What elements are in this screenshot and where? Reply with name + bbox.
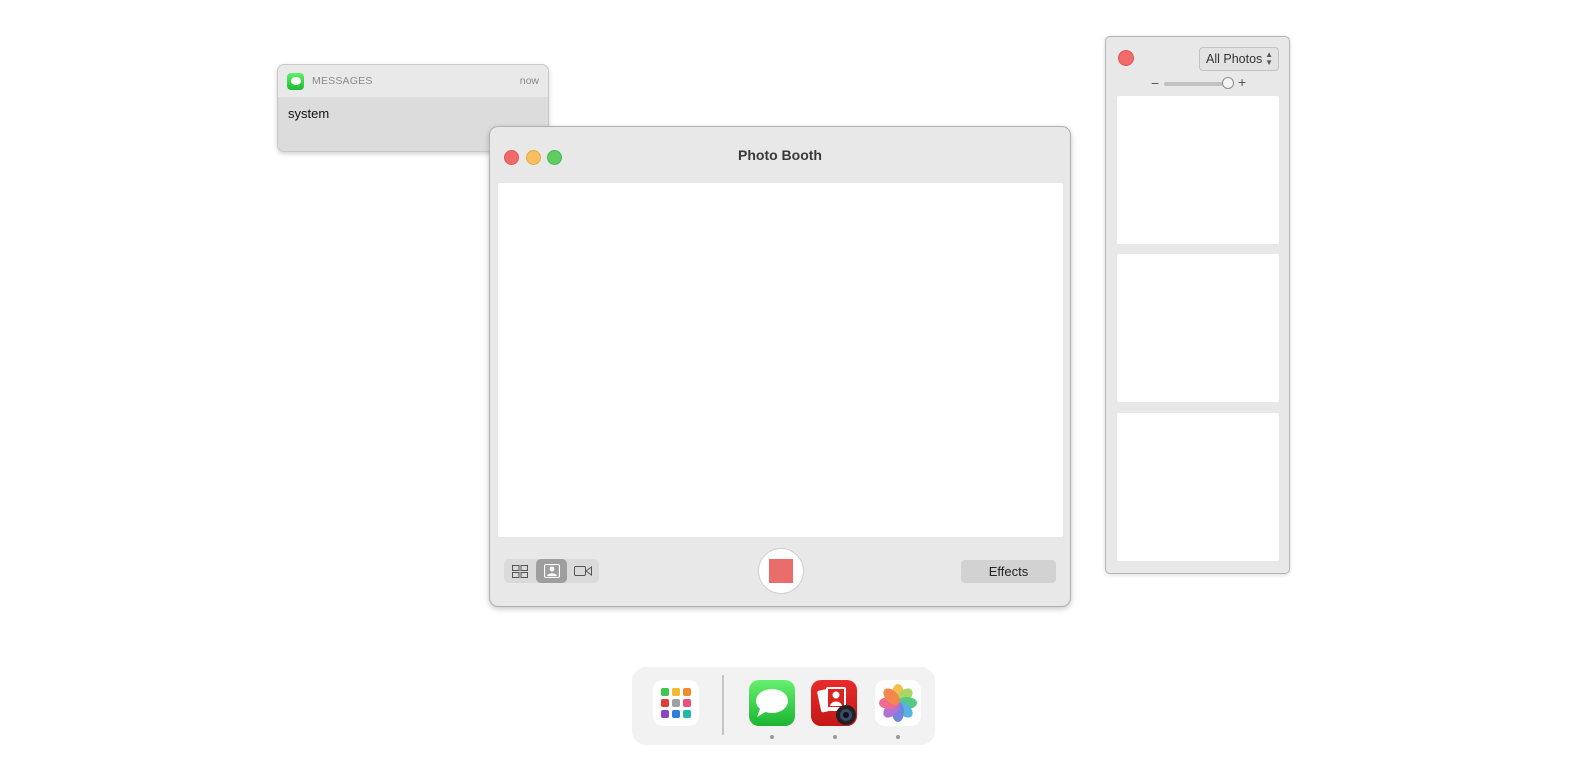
running-indicator (896, 735, 900, 739)
running-indicator (833, 735, 837, 739)
notification-header: MESSAGES now (278, 65, 548, 97)
messages-icon (287, 72, 304, 90)
chevron-up-down-icon: ▲ ▼ (1265, 50, 1273, 67)
dock-divider (722, 675, 724, 735)
zoom-slider-knob[interactable] (1222, 77, 1234, 89)
desktop: MESSAGES now system Photo Booth Effects … (0, 0, 1576, 773)
messages-icon (756, 689, 788, 717)
photo-booth-icon (817, 687, 856, 725)
photo-filter-select[interactable]: All Photos ▲ ▼ (1199, 47, 1279, 71)
close-button[interactable] (1118, 50, 1134, 66)
photo-booth-dock-item[interactable] (811, 680, 857, 726)
four-up-grid-icon (511, 564, 528, 578)
single-photo-button[interactable] (535, 559, 568, 583)
four-up-grid-button[interactable] (504, 559, 536, 583)
photo-filter-value: All Photos (1206, 52, 1263, 66)
launchpad-dock-item[interactable] (653, 680, 699, 726)
video-button[interactable] (567, 559, 599, 583)
video-camera-icon (574, 566, 593, 576)
notification-app-name: MESSAGES (312, 75, 373, 87)
single-photo-icon (543, 564, 560, 578)
shutter-icon (769, 559, 793, 583)
photo-thumbnail[interactable] (1117, 96, 1279, 244)
messages-dock-item[interactable] (749, 680, 795, 726)
photo-booth-window: Photo Booth Effects (489, 126, 1071, 607)
photo-browser-panel: All Photos ▲ ▼ − + (1105, 36, 1290, 574)
photo-thumbnail[interactable] (1117, 254, 1279, 402)
effects-button[interactable]: Effects (961, 560, 1056, 583)
launchpad-icon (661, 688, 691, 718)
photos-dock-item[interactable] (875, 680, 921, 726)
take-photo-button[interactable] (758, 548, 804, 594)
zoom-out-icon[interactable]: − (1151, 75, 1159, 91)
zoom-slider[interactable] (1164, 82, 1230, 86)
notification-time: now (519, 75, 539, 87)
view-mode-segmented-control (504, 559, 599, 583)
running-indicator (770, 735, 774, 739)
camera-preview (498, 183, 1063, 537)
window-title: Photo Booth (738, 147, 822, 163)
photo-thumbnail[interactable] (1117, 413, 1279, 561)
zoom-in-icon[interactable]: + (1238, 74, 1246, 90)
photos-icon (879, 684, 917, 722)
dock (632, 667, 935, 745)
